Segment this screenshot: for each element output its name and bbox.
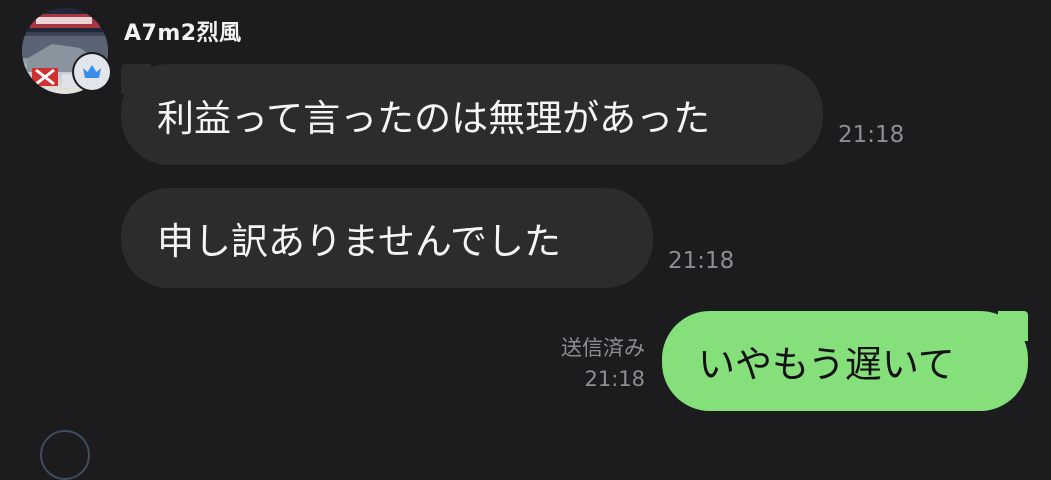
sender-name: A7m2烈風	[124, 21, 242, 46]
crown-icon	[83, 65, 101, 78]
message-bubble[interactable]: 申し訳ありませんでした	[121, 188, 653, 288]
message-time: 21:18	[838, 122, 905, 148]
next-avatar	[40, 430, 90, 480]
sent-status-label: 送信済み	[561, 336, 645, 360]
message-text: 申し訳ありませんでした	[157, 220, 562, 263]
message-text: 利益って言ったのは無理があった	[157, 96, 711, 140]
sent-status: 送信済み 21:18	[561, 333, 645, 395]
outgoing-message-text: いやもう遅いて	[698, 343, 955, 386]
outgoing-message-bubble[interactable]: いやもう遅いて	[662, 311, 1028, 411]
crown-badge	[74, 54, 110, 90]
message-time: 21:18	[668, 248, 735, 274]
sent-time: 21:18	[584, 367, 645, 391]
message-bubble[interactable]: 利益って言ったのは無理があった	[121, 64, 823, 165]
